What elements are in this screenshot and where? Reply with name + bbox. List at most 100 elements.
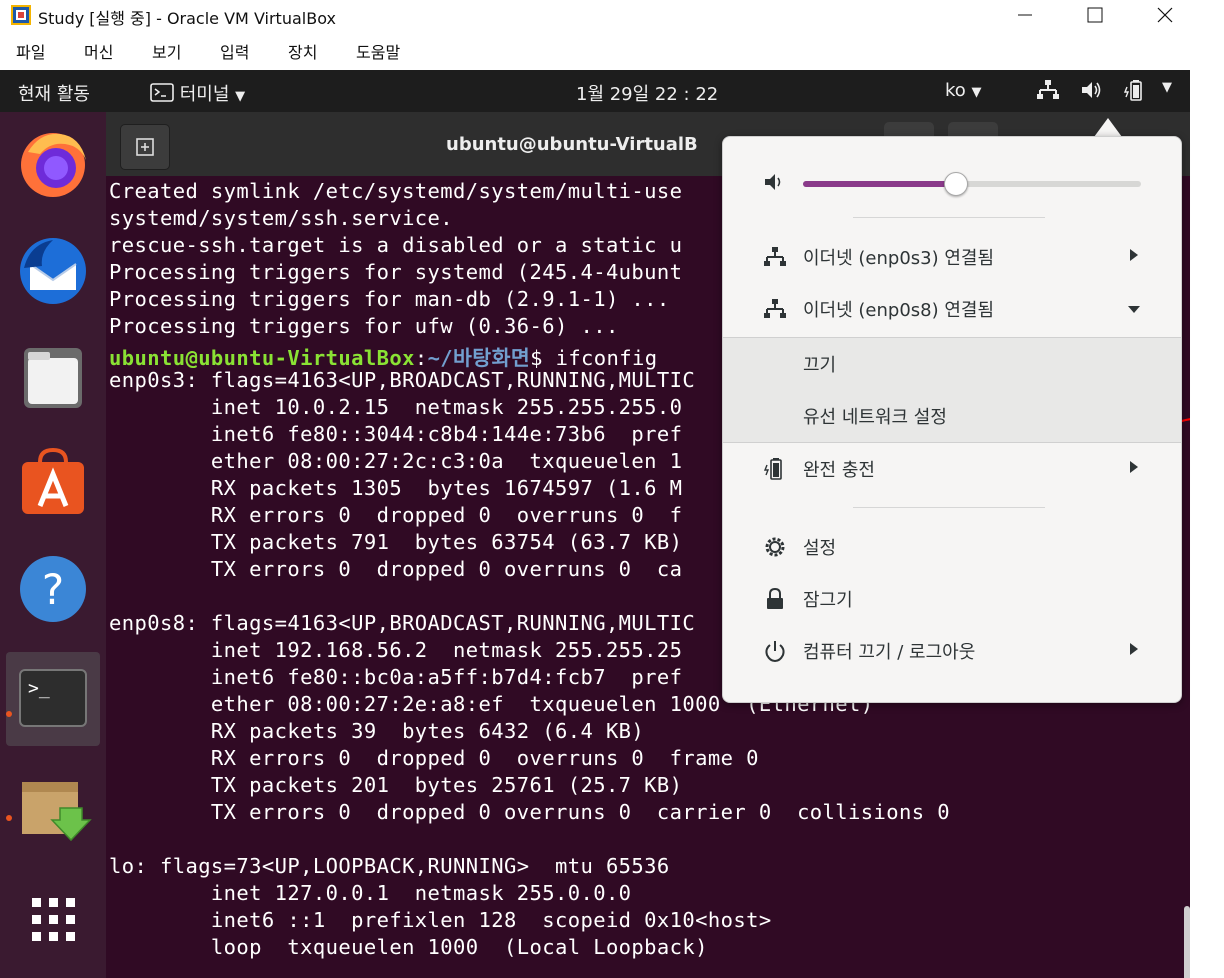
terminal-line: TX packets 201 bytes 25761 (25.7 KB): [109, 773, 683, 797]
terminal-line: inet6 fe80::3044:c8b4:144e:73b6 pref: [109, 422, 683, 446]
chevron-down-icon: ▼: [971, 85, 982, 100]
terminal-line: inet 192.168.56.2 netmask 255.255.25: [109, 638, 683, 662]
running-indicator: [6, 815, 12, 821]
chevron-down-icon: ▼: [235, 89, 246, 104]
menu-machine[interactable]: 머신: [84, 39, 113, 63]
thunderbird-icon: [20, 238, 86, 304]
software-icon: [22, 447, 84, 514]
clock[interactable]: 1월 29일 22 : 22: [576, 80, 718, 106]
lock-item[interactable]: 잠그기: [723, 573, 1181, 625]
terminal-line: RX packets 39 bytes 6432 (6.4 KB): [109, 719, 645, 743]
volume-icon: [765, 174, 781, 190]
dock: ? >_: [0, 112, 106, 978]
input-method[interactable]: ko ▼: [945, 80, 982, 101]
wired-settings-item[interactable]: 유선 네트워크 설정: [723, 390, 1181, 442]
menu-devices[interactable]: 장치: [288, 39, 317, 63]
prompt-line: ubuntu@ubuntu-VirtualBox:~/바탕화면$ ifconfi…: [109, 341, 658, 371]
terminal-line: inet6 ::1 prefixlen 128 scopeid 0x10<hos…: [109, 908, 772, 932]
ethernet-enp0s3-item[interactable]: 이더넷 (enp0s3) 연결됨: [723, 231, 1181, 283]
chevron-down-icon: ▼: [1162, 80, 1172, 95]
battery-icon: [1124, 80, 1142, 101]
new-tab-button[interactable]: [120, 124, 170, 170]
popup-pointer: [1094, 118, 1122, 137]
ethernet-enp0s8-item[interactable]: 이더넷 (enp0s8) 연결됨: [723, 283, 1181, 335]
gear-icon: [765, 537, 785, 557]
dock-firefox[interactable]: [10, 122, 96, 208]
terminal-small-icon: [150, 83, 174, 102]
dock-installer[interactable]: [10, 762, 96, 848]
help-icon: ?: [20, 556, 86, 622]
settings-label: 설정: [803, 538, 837, 559]
install-icon: [22, 782, 92, 842]
new-tab-icon: [136, 138, 154, 156]
input-method-label: ko: [945, 80, 966, 101]
menu-input[interactable]: 입력: [220, 39, 249, 63]
battery-item[interactable]: 완전 충전: [723, 443, 1181, 495]
virtualbox-icon: [11, 5, 31, 25]
svg-text:?: ?: [42, 565, 64, 614]
maximize-button[interactable]: [1060, 0, 1130, 30]
volume-knob[interactable]: [944, 172, 969, 196]
terminal-line: lo: flags=73<UP,LOOPBACK,RUNNING> mtu 65…: [109, 854, 670, 878]
power-item[interactable]: 컴퓨터 끄기 / 로그아웃: [723, 625, 1181, 677]
chevron-right-icon: [1130, 249, 1138, 261]
scrollbar[interactable]: [1184, 906, 1190, 978]
menu-help[interactable]: 도움말: [356, 39, 400, 63]
terminal-title: ubuntu@ubuntu-VirtualB: [446, 134, 698, 155]
dock-terminal[interactable]: >_: [6, 652, 100, 746]
chevron-right-icon: [1130, 461, 1138, 473]
dock-thunderbird[interactable]: [10, 228, 96, 314]
gnome-topbar: 현재 활동 터미널 ▼ 1월 29일 22 : 22 ko ▼ ▼: [0, 70, 1190, 112]
lock-label: 잠그기: [803, 590, 853, 611]
show-apps-button[interactable]: [10, 874, 96, 960]
menu-file[interactable]: 파일: [16, 39, 45, 63]
dock-help[interactable]: ?: [10, 546, 96, 632]
power-label: 컴퓨터 끄기 / 로그아웃: [803, 642, 976, 663]
volume-icon: [1082, 82, 1101, 98]
terminal-line: enp0s3: flags=4163<UP,BROADCAST,RUNNING,…: [109, 368, 696, 392]
settings-item[interactable]: 설정: [723, 521, 1181, 573]
app-menu[interactable]: 터미널 ▼: [150, 80, 245, 106]
svg-text:>_: >_: [28, 678, 50, 699]
wired-settings-label: 유선 네트워크 설정: [803, 407, 947, 428]
dock-files[interactable]: [10, 334, 96, 420]
volume-level: [803, 181, 956, 187]
running-indicator: [6, 711, 12, 717]
terminal-line: loop txqueuelen 1000 (Local Loopback): [109, 935, 708, 959]
app-menu-label: 터미널: [179, 84, 230, 105]
terminal-line: Processing triggers for ufw (0.36-6) ...: [109, 314, 619, 338]
terminal-line: RX errors 0 dropped 0 overruns 0 frame 0: [109, 746, 759, 770]
terminal-line: Processing triggers for systemd (245.4-4…: [109, 260, 683, 284]
ethernet-enp0s3-label: 이더넷 (enp0s3) 연결됨: [803, 248, 995, 269]
close-button[interactable]: [1130, 0, 1200, 30]
network-wired-icon: [764, 299, 786, 318]
ethernet-submenu: 끄기 유선 네트워크 설정: [723, 337, 1181, 443]
terminal-line: inet 10.0.2.15 netmask 255.255.255.0: [109, 395, 683, 419]
terminal-line: TX errors 0 dropped 0 overruns 0 carrier…: [109, 800, 950, 824]
ethernet-off-item[interactable]: 끄기: [723, 338, 1181, 390]
terminal-line: rescue-ssh.target is a disabled or a sta…: [109, 233, 683, 257]
chevron-down-icon: [1128, 306, 1140, 313]
activities-button[interactable]: 현재 활동: [18, 80, 90, 106]
volume-slider[interactable]: [803, 172, 1141, 196]
network-wired-icon: [764, 247, 786, 266]
terminal-line: RX packets 1305 bytes 1674597 (1.6 M: [109, 476, 683, 500]
lock-icon: [767, 587, 783, 609]
dock-software[interactable]: [10, 440, 96, 526]
menubar: 파일 머신 보기 입력 장치 도움말: [0, 30, 1224, 70]
minimize-button[interactable]: [990, 0, 1060, 30]
battery-label: 완전 충전: [803, 460, 875, 481]
menu-view[interactable]: 보기: [152, 39, 181, 63]
window-titlebar: Study [실행 중] - Oracle VM VirtualBox: [0, 0, 1224, 30]
separator: [853, 217, 1045, 218]
terminal-line: Processing triggers for man-db (2.9.1-1)…: [109, 287, 670, 311]
terminal-line: enp0s8: flags=4163<UP,BROADCAST,RUNNING,…: [109, 611, 696, 635]
show-apps-icon: [32, 898, 75, 941]
terminal-line: Created symlink /etc/systemd/system/mult…: [109, 179, 683, 203]
prompt-sep: :: [414, 346, 428, 370]
prompt-path: ~/바탕화면: [427, 346, 531, 370]
window-title: Study [실행 중] - Oracle VM VirtualBox: [38, 9, 336, 28]
terminal-line: inet 127.0.0.1 netmask 255.0.0.0: [109, 881, 632, 905]
terminal-icon: >_: [19, 669, 87, 727]
system-menu: 이더넷 (enp0s3) 연결됨 이더넷 (enp0s8) 연결됨 끄기 유선 …: [722, 136, 1182, 703]
